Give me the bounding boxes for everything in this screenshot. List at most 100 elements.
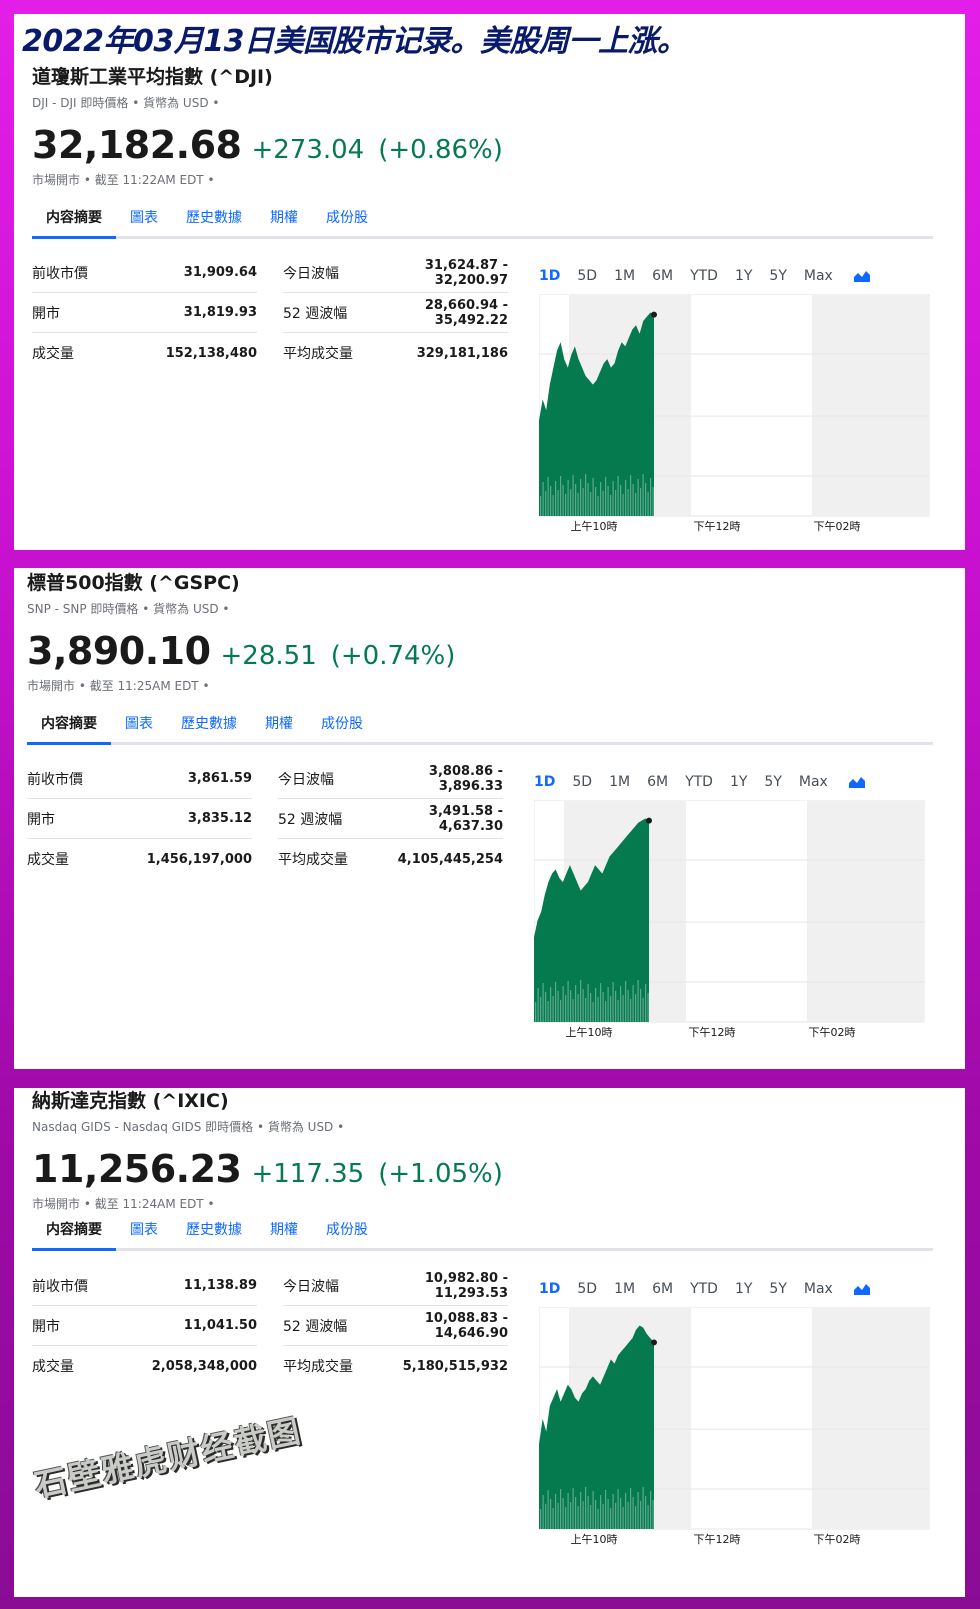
- quote-source: SNP - SNP 即時價格 • 貨幣為 USD •: [27, 602, 230, 616]
- volume-bar: [592, 1491, 594, 1529]
- volume-bar: [650, 1491, 652, 1529]
- x-axis-tick-label: 下午02時: [814, 1533, 861, 1546]
- tab-components[interactable]: 成份股: [312, 195, 382, 236]
- quote-title: 納斯達克指數 (^IXIC): [32, 1090, 229, 1112]
- tab-summary[interactable]: 内容摘要: [27, 701, 111, 745]
- quote-change: +28.51: [220, 641, 317, 671]
- volume-bar: [562, 485, 564, 516]
- range-1m[interactable]: 1M: [614, 1281, 635, 1297]
- tab-history[interactable]: 歷史數據: [172, 195, 256, 236]
- volume-bar: [640, 1501, 642, 1529]
- range-ytd[interactable]: YTD: [690, 1281, 718, 1297]
- volume-bar: [535, 1002, 537, 1022]
- volume-bar: [630, 1488, 632, 1529]
- volume-bar: [595, 1500, 597, 1529]
- area-chart-icon[interactable]: [853, 270, 870, 282]
- range-max[interactable]: Max: [799, 774, 828, 790]
- volume-bar: [570, 489, 572, 516]
- range-5d[interactable]: 5D: [572, 774, 592, 790]
- volume-bar: [590, 1505, 592, 1529]
- volume-bar: [615, 991, 617, 1022]
- volume-bar: [565, 995, 567, 1022]
- volume-bar: [555, 1494, 557, 1529]
- tab-options[interactable]: 期權: [256, 1207, 312, 1248]
- tab-options[interactable]: 期權: [256, 195, 312, 236]
- range-6m[interactable]: 6M: [652, 1281, 673, 1297]
- tab-components[interactable]: 成份股: [307, 701, 377, 742]
- range-1y[interactable]: 1Y: [735, 1281, 752, 1297]
- range-1y[interactable]: 1Y: [730, 774, 747, 790]
- range-1d[interactable]: 1D: [539, 1281, 560, 1297]
- volume-bar: [590, 492, 592, 516]
- volume-bar: [652, 1500, 654, 1529]
- volume-bar: [552, 495, 554, 516]
- range-1d[interactable]: 1D: [539, 268, 560, 284]
- range-6m[interactable]: 6M: [647, 774, 668, 790]
- volume-bar: [600, 1495, 602, 1529]
- volume-bar: [572, 475, 574, 516]
- tab-history[interactable]: 歷史數據: [172, 1207, 256, 1248]
- range-5y[interactable]: 5Y: [769, 1281, 786, 1297]
- tab-summary[interactable]: 内容摘要: [32, 195, 116, 239]
- quote-source: DJI - DJI 即時價格 • 貨幣為 USD •: [32, 96, 220, 110]
- area-chart-icon[interactable]: [853, 1283, 870, 1295]
- volume-bar: [582, 989, 584, 1022]
- volume-bar: [647, 492, 649, 516]
- x-axis-tick-label: 下午12時: [694, 520, 741, 533]
- tab-history[interactable]: 歷史數據: [167, 701, 251, 742]
- volume-bar: [632, 484, 634, 516]
- range-max[interactable]: Max: [804, 1281, 833, 1297]
- volume-bar: [552, 996, 554, 1022]
- stat-row-volume: 成交量 152,138,480: [32, 345, 257, 363]
- volume-bar: [587, 1496, 589, 1529]
- x-axis-tick-label: 下午12時: [689, 1026, 736, 1039]
- volume-bar: [642, 998, 644, 1022]
- stat-row-day-range: 今日波幅 31,624.87 -32,200.97: [283, 253, 508, 293]
- stat-row-prev-close: 前收市價 11,138.89: [32, 1266, 257, 1306]
- volume-bar: [575, 985, 577, 1022]
- volume-bar: [627, 990, 629, 1022]
- quote-price: 3,890.10: [27, 629, 211, 673]
- range-1d[interactable]: 1D: [534, 774, 555, 790]
- volume-bar: [607, 486, 609, 516]
- range-5y[interactable]: 5Y: [764, 774, 781, 790]
- tab-chart[interactable]: 圖表: [116, 1207, 172, 1248]
- quote-header: 標普500指數 (^GSPC) SNP - SNP 即時價格 • 貨幣為 USD…: [27, 568, 455, 694]
- area-chart-icon[interactable]: [848, 776, 865, 788]
- volume-bar: [610, 1508, 612, 1529]
- volume-bar: [585, 474, 587, 516]
- quote-header: 納斯達克指數 (^IXIC) Nasdaq GIDS - Nasdaq GIDS…: [32, 1086, 503, 1212]
- range-1m[interactable]: 1M: [609, 774, 630, 790]
- tab-options[interactable]: 期權: [251, 701, 307, 742]
- quote-change-percent: (+0.86%): [378, 135, 503, 165]
- volume-bar: [630, 999, 632, 1022]
- volume-bar: [575, 484, 577, 516]
- tab-chart[interactable]: 圖表: [111, 701, 167, 742]
- volume-bar: [602, 1504, 604, 1529]
- range-5y[interactable]: 5Y: [769, 268, 786, 284]
- quote-title: 標普500指數 (^GSPC): [27, 572, 240, 594]
- stat-row-day-range: 今日波幅 3,808.86 -3,896.33: [278, 759, 503, 799]
- range-max[interactable]: Max: [804, 268, 833, 284]
- mini-chart: 1D 5D 1M 6M YTD 1Y 5Y Max 上午10時 下午12時 下午02…: [539, 1277, 939, 1552]
- tab-components[interactable]: 成份股: [312, 1207, 382, 1248]
- volume-bar: [577, 493, 579, 516]
- volume-bar: [637, 479, 639, 516]
- range-ytd[interactable]: YTD: [690, 268, 718, 284]
- range-ytd[interactable]: YTD: [685, 774, 713, 790]
- range-1m[interactable]: 1M: [614, 268, 635, 284]
- stat-row-avg-volume: 平均成交量 4,105,445,254: [278, 851, 503, 869]
- tab-summary[interactable]: 内容摘要: [32, 1207, 116, 1251]
- volume-bar: [552, 1508, 554, 1529]
- range-6m[interactable]: 6M: [652, 268, 673, 284]
- volume-bar: [625, 480, 627, 516]
- volume-bar: [622, 995, 624, 1022]
- range-5d[interactable]: 5D: [577, 268, 597, 284]
- range-1y[interactable]: 1Y: [735, 268, 752, 284]
- tab-chart[interactable]: 圖表: [116, 195, 172, 236]
- range-5d[interactable]: 5D: [577, 1281, 597, 1297]
- volume-bar: [602, 491, 604, 516]
- volume-bar: [617, 1000, 619, 1022]
- volume-bar: [635, 994, 637, 1022]
- volume-bar: [612, 1494, 614, 1529]
